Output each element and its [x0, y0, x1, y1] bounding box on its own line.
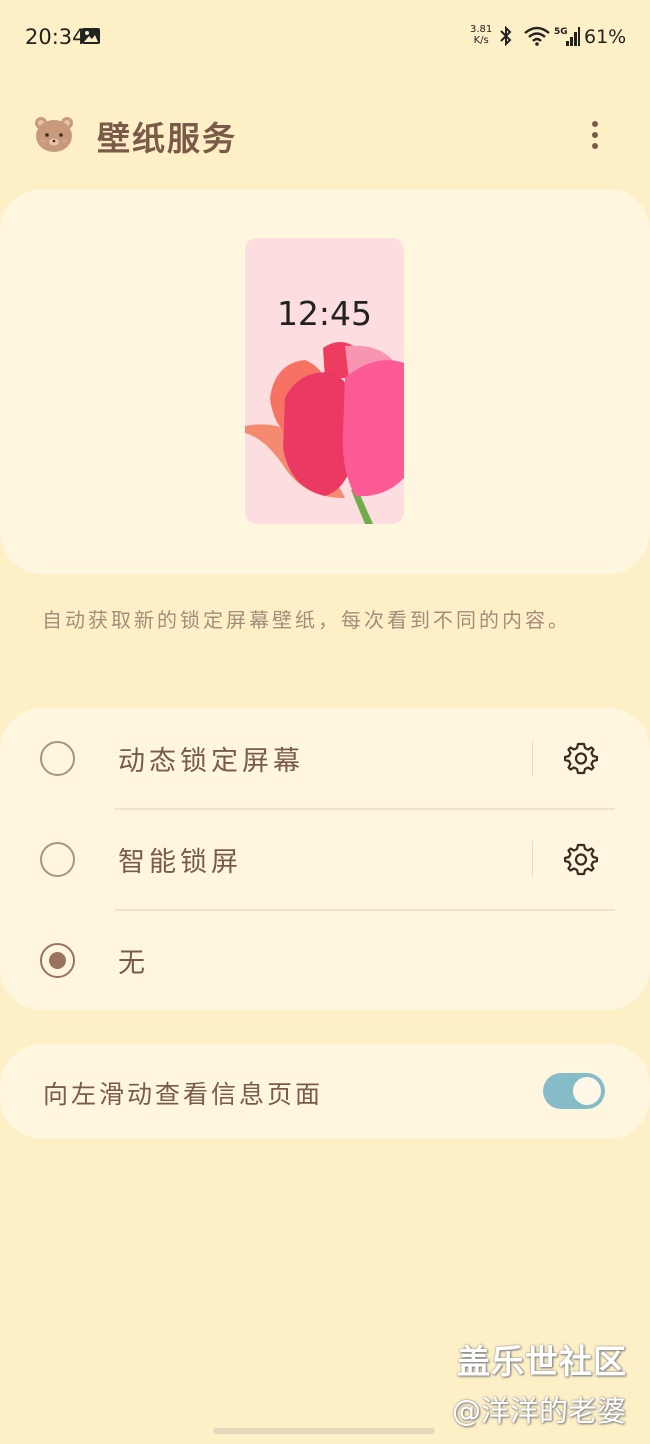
home-indicator[interactable]	[213, 1428, 435, 1434]
option-smart-lockscreen[interactable]: 智能锁屏	[0, 809, 650, 910]
option-label: 动态锁定屏幕	[118, 746, 304, 777]
watermark-author: @洋洋的老婆	[452, 1394, 627, 1428]
wallpaper-preview-card: 12:45	[0, 189, 650, 574]
divider	[532, 841, 533, 877]
tulip-wallpaper-image	[245, 342, 404, 524]
setting-label: 向左滑动查看信息页面	[43, 1080, 324, 1109]
option-none[interactable]: 无	[0, 910, 650, 1011]
preview-clock: 12:45	[276, 294, 373, 333]
battery-level: 61%	[584, 26, 627, 48]
bear-icon	[35, 117, 73, 152]
gear-icon[interactable]	[564, 741, 598, 775]
wifi-icon	[524, 26, 550, 46]
swipe-info-setting[interactable]: 向左滑动查看信息页面	[0, 1044, 650, 1139]
signal-icon: 5G	[554, 27, 580, 46]
lockscreen-options-card: 动态锁定屏幕 智能锁屏 无	[0, 708, 650, 1010]
svg-text:5G: 5G	[554, 27, 568, 37]
option-label: 无	[118, 948, 149, 979]
app-header: 壁纸服务	[0, 100, 650, 170]
swipe-info-toggle[interactable]	[543, 1073, 605, 1109]
watermark-community: 盖乐世社区	[457, 1342, 627, 1381]
more-options-button[interactable]	[584, 118, 606, 152]
toggle-knob	[571, 1075, 603, 1107]
image-notification-icon	[82, 28, 100, 44]
radio-button[interactable]	[40, 741, 75, 776]
option-label: 智能锁屏	[118, 847, 242, 878]
feature-description: 自动获取新的锁定屏幕壁纸，每次看到不同的内容。	[42, 608, 571, 632]
radio-button-selected[interactable]	[40, 943, 75, 978]
page-title: 壁纸服务	[97, 119, 237, 158]
status-time: 20:34	[25, 25, 86, 49]
net-speed: 3.81 K/s	[470, 24, 493, 46]
status-bar: 20:34 3.81 K/s 5G 61%	[0, 0, 650, 76]
radio-button[interactable]	[40, 842, 75, 877]
option-dynamic-lockscreen[interactable]: 动态锁定屏幕	[0, 708, 650, 809]
lockscreen-preview[interactable]: 12:45	[245, 238, 404, 524]
divider	[532, 740, 533, 776]
bluetooth-icon	[500, 26, 512, 46]
gear-icon[interactable]	[564, 842, 598, 876]
